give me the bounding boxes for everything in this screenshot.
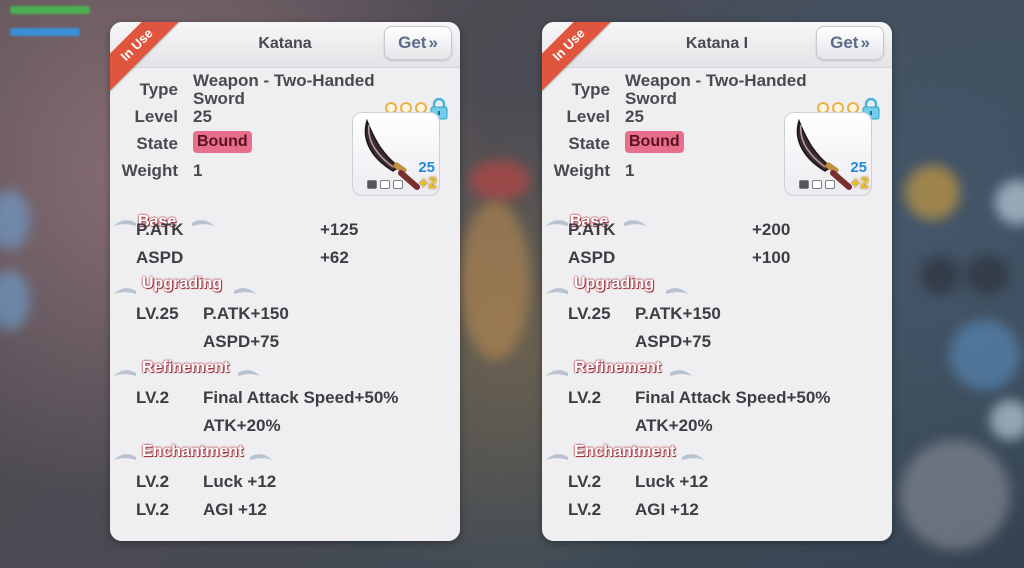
base-stat-label: P.ATK xyxy=(136,220,184,239)
card-slot xyxy=(825,180,835,189)
type-value-line2: Sword xyxy=(193,89,245,108)
get-button[interactable]: Get » xyxy=(816,26,884,60)
double-chevron-right-icon: » xyxy=(860,33,870,52)
wing-icon xyxy=(114,288,136,294)
level-label: Level xyxy=(566,107,610,126)
item-refine-level: +2 xyxy=(850,175,869,192)
wing-icon xyxy=(192,220,214,226)
card-slot xyxy=(393,180,403,189)
sp-bar xyxy=(10,28,80,36)
type-value-line2: Sword xyxy=(625,89,677,108)
wing-icon xyxy=(546,220,568,226)
level-value: 25 xyxy=(193,107,212,126)
section-refinement: Refinement xyxy=(574,359,662,376)
refine-bonus: ATK+20% xyxy=(203,416,281,435)
enchant-bonus: AGI +12 xyxy=(635,500,699,519)
weight-value: 1 xyxy=(625,161,635,180)
item-icon-box[interactable]: 25 +2 xyxy=(784,112,872,196)
enchant-level: LV.2 xyxy=(136,472,170,491)
refine-level: LV.2 xyxy=(136,388,170,407)
base-stat-label: P.ATK xyxy=(568,220,616,239)
card-slot xyxy=(367,180,377,189)
refine-bonus: Final Attack Speed+50% xyxy=(203,388,399,407)
item-level: 25 xyxy=(418,159,435,176)
get-button[interactable]: Get » xyxy=(384,26,452,60)
upgrade-bonus: ASPD+75 xyxy=(635,332,712,351)
level-label: Level xyxy=(134,107,178,126)
item-refine-level: +2 xyxy=(418,175,437,192)
wing-icon xyxy=(114,370,136,376)
item-tooltip-equipped: Katana Get » In Use Type Weapon - Two-Ha… xyxy=(110,22,460,541)
wing-icon xyxy=(238,370,260,376)
wing-icon xyxy=(670,370,692,376)
type-value: Weapon - Two-Handed xyxy=(625,71,807,90)
wing-icon xyxy=(234,288,256,294)
weight-label: Weight xyxy=(121,161,178,180)
wing-icon xyxy=(250,454,272,460)
refine-bonus: Final Attack Speed+50% xyxy=(635,388,831,407)
wing-icon xyxy=(666,288,688,294)
bound-badge: Bound xyxy=(625,131,684,153)
get-button-label: Get xyxy=(830,33,859,52)
wing-icon xyxy=(546,454,568,460)
section-upgrading: Upgrading xyxy=(574,275,654,292)
refine-bonus: ATK+20% xyxy=(635,416,713,435)
type-label: Type xyxy=(139,80,178,99)
card-slot xyxy=(799,180,809,189)
item-level: 25 xyxy=(850,159,867,176)
item-icon-box[interactable]: 25 +2 xyxy=(352,112,440,196)
base-stat-value: +125 xyxy=(320,220,359,239)
get-button-label: Get xyxy=(398,33,427,52)
upgrade-bonus: P.ATK+150 xyxy=(635,304,721,323)
enchant-bonus: Luck +12 xyxy=(635,472,709,491)
type-value: Weapon - Two-Handed xyxy=(193,71,375,90)
upgrade-bonus: ASPD+75 xyxy=(203,332,280,351)
upgrade-level: LV.25 xyxy=(568,304,611,323)
weight-label: Weight xyxy=(553,161,610,180)
section-upgrading: Upgrading xyxy=(142,275,222,292)
base-stat-label: ASPD xyxy=(136,248,184,267)
base-stat-label: ASPD xyxy=(568,248,616,267)
refine-level: LV.2 xyxy=(568,388,602,407)
wing-icon xyxy=(114,220,136,226)
base-stat-value: +62 xyxy=(320,248,349,267)
enchant-level: LV.2 xyxy=(568,472,602,491)
scroll-edge xyxy=(542,531,892,541)
double-chevron-right-icon: » xyxy=(428,33,438,52)
upgrade-bonus: P.ATK+150 xyxy=(203,304,289,323)
card-slot xyxy=(380,180,390,189)
type-label: Type xyxy=(571,80,610,99)
wing-icon xyxy=(114,454,136,460)
section-refinement: Refinement xyxy=(142,359,230,376)
level-value: 25 xyxy=(625,107,644,126)
wing-icon xyxy=(546,370,568,376)
wing-icon xyxy=(546,288,568,294)
weight-value: 1 xyxy=(193,161,203,180)
base-stat-value: +200 xyxy=(752,220,791,239)
section-enchantment: Enchantment xyxy=(574,443,676,460)
upgrade-level: LV.25 xyxy=(136,304,179,323)
item-tooltip-compare: Katana I Get » In Use Type Weapon - Two-… xyxy=(542,22,892,541)
enchant-level: LV.2 xyxy=(136,500,170,519)
wing-icon xyxy=(682,454,704,460)
enchant-level: LV.2 xyxy=(568,500,602,519)
state-label: State xyxy=(136,134,178,153)
bound-badge: Bound xyxy=(193,131,252,153)
base-stat-value: +100 xyxy=(752,248,791,267)
enchant-bonus: Luck +12 xyxy=(203,472,277,491)
enchant-bonus: AGI +12 xyxy=(203,500,267,519)
hp-bar xyxy=(10,6,90,14)
state-label: State xyxy=(568,134,610,153)
wing-icon xyxy=(624,220,646,226)
section-enchantment: Enchantment xyxy=(142,443,244,460)
scroll-edge xyxy=(110,531,460,541)
card-slot xyxy=(812,180,822,189)
